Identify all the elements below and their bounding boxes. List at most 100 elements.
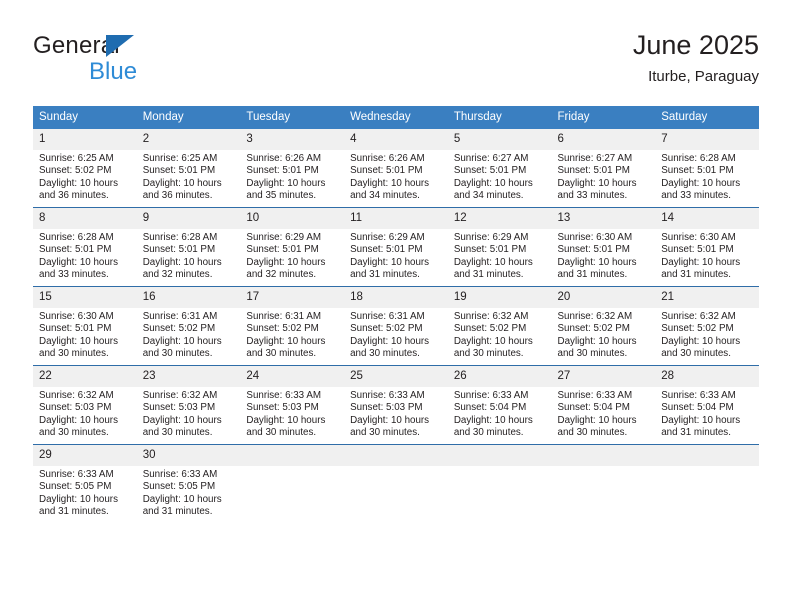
- day-details: Sunrise: 6:29 AM Sunset: 5:01 PM Dayligh…: [448, 229, 552, 282]
- daylight-text-line1: Daylight: 10 hours: [142, 414, 222, 426]
- calendar-day-cell[interactable]: 10 Sunrise: 6:29 AM Sunset: 5:01 PM Dayl…: [240, 207, 345, 287]
- day-details: Sunrise: 6:33 AM Sunset: 5:04 PM Dayligh…: [655, 387, 759, 440]
- sunrise-text: Sunrise: 6:32 AM: [39, 390, 114, 401]
- calendar-day-cell[interactable]: 1 Sunrise: 6:25 AM Sunset: 5:02 PM Dayli…: [33, 129, 137, 208]
- calendar-day-cell[interactable]: 6 Sunrise: 6:27 AM Sunset: 5:01 PM Dayli…: [551, 129, 656, 208]
- sunrise-text: Sunrise: 6:26 AM: [246, 153, 322, 164]
- day-number: 1: [33, 129, 137, 150]
- calendar-week-row: 8 Sunrise: 6:28 AM Sunset: 5:01 PM Dayli…: [33, 207, 759, 287]
- day-number: [655, 445, 759, 466]
- daylight-text-line1: Daylight: 10 hours: [142, 256, 222, 268]
- day-number: 12: [447, 208, 552, 229]
- daylight-text-line1: Daylight: 10 hours: [453, 335, 533, 347]
- sunrise-text: Sunrise: 6:30 AM: [39, 311, 114, 322]
- sunrise-text: Sunrise: 6:32 AM: [142, 390, 218, 401]
- sunrise-text: Sunrise: 6:26 AM: [350, 153, 425, 164]
- daylight-text-line2: and 30 minutes.: [453, 348, 524, 360]
- day-number: [240, 445, 345, 466]
- calendar-day-cell[interactable]: 12 Sunrise: 6:29 AM Sunset: 5:01 PM Dayl…: [447, 207, 552, 287]
- sunset-text: Sunset: 5:01 PM: [350, 165, 423, 177]
- page-header: General Blue June 2025 Iturbe, Paraguay: [33, 28, 759, 98]
- daylight-text-line2: and 30 minutes.: [350, 348, 420, 360]
- calendar-day-cell[interactable]: 9 Sunrise: 6:28 AM Sunset: 5:01 PM Dayli…: [136, 207, 241, 287]
- sunset-text: Sunset: 5:01 PM: [142, 165, 216, 177]
- calendar-day-cell[interactable]: 14 Sunrise: 6:30 AM Sunset: 5:01 PM Dayl…: [655, 207, 759, 287]
- calendar-day-cell[interactable]: 3 Sunrise: 6:26 AM Sunset: 5:01 PM Dayli…: [240, 129, 345, 208]
- sunrise-text: Sunrise: 6:32 AM: [453, 311, 529, 322]
- sunset-text: Sunset: 5:02 PM: [453, 323, 527, 335]
- sunrise-text: Sunrise: 6:32 AM: [557, 311, 633, 322]
- day-number: 3: [240, 129, 345, 150]
- day-number: 22: [33, 366, 137, 387]
- page-title: June 2025: [632, 30, 759, 60]
- day-number: 11: [344, 208, 448, 229]
- daylight-text-line2: and 32 minutes.: [246, 269, 317, 281]
- calendar-day-cell[interactable]: 18 Sunrise: 6:31 AM Sunset: 5:02 PM Dayl…: [344, 286, 448, 366]
- logo-text-blue: Blue: [89, 58, 138, 85]
- calendar-day-cell[interactable]: 19 Sunrise: 6:32 AM Sunset: 5:02 PM Dayl…: [447, 286, 552, 366]
- calendar-day-cell[interactable]: 30 Sunrise: 6:33 AM Sunset: 5:05 PM Dayl…: [136, 444, 241, 523]
- daylight-text-line1: Daylight: 10 hours: [246, 414, 326, 426]
- daylight-text-line2: and 30 minutes.: [557, 427, 628, 439]
- calendar-day-cell[interactable]: 5 Sunrise: 6:27 AM Sunset: 5:01 PM Dayli…: [447, 129, 552, 208]
- sunrise-text: Sunrise: 6:27 AM: [557, 153, 633, 164]
- calendar-day-cell[interactable]: 29 Sunrise: 6:33 AM Sunset: 5:05 PM Dayl…: [33, 444, 137, 523]
- calendar-day-cell[interactable]: 17 Sunrise: 6:31 AM Sunset: 5:02 PM Dayl…: [240, 286, 345, 366]
- calendar-day-cell[interactable]: 20 Sunrise: 6:32 AM Sunset: 5:02 PM Dayl…: [551, 286, 656, 366]
- day-details: Sunrise: 6:27 AM Sunset: 5:01 PM Dayligh…: [448, 150, 552, 203]
- calendar-day-cell[interactable]: 16 Sunrise: 6:31 AM Sunset: 5:02 PM Dayl…: [136, 286, 241, 366]
- daylight-text-line2: and 30 minutes.: [557, 348, 628, 360]
- sunset-text: Sunset: 5:05 PM: [39, 481, 112, 493]
- daylight-text-line1: Daylight: 10 hours: [661, 414, 741, 426]
- sunrise-text: Sunrise: 6:31 AM: [350, 311, 425, 322]
- daylight-text-line1: Daylight: 10 hours: [661, 335, 741, 347]
- calendar-day-cell[interactable]: 26 Sunrise: 6:33 AM Sunset: 5:04 PM Dayl…: [447, 365, 552, 445]
- calendar-day-cell[interactable]: 13 Sunrise: 6:30 AM Sunset: 5:01 PM Dayl…: [551, 207, 656, 287]
- day-number: 20: [551, 287, 656, 308]
- calendar-day-cell[interactable]: 4 Sunrise: 6:26 AM Sunset: 5:01 PM Dayli…: [344, 129, 448, 208]
- sunrise-text: Sunrise: 6:25 AM: [39, 153, 114, 164]
- daylight-text-line1: Daylight: 10 hours: [350, 177, 430, 189]
- daylight-text-line2: and 31 minutes.: [453, 269, 524, 281]
- daylight-text-line1: Daylight: 10 hours: [453, 177, 533, 189]
- day-details: Sunrise: 6:26 AM Sunset: 5:01 PM Dayligh…: [240, 150, 344, 203]
- day-details: Sunrise: 6:32 AM Sunset: 5:03 PM Dayligh…: [137, 387, 241, 440]
- day-details: Sunrise: 6:25 AM Sunset: 5:01 PM Dayligh…: [137, 150, 241, 203]
- calendar-day-cell[interactable]: 28 Sunrise: 6:33 AM Sunset: 5:04 PM Dayl…: [655, 365, 759, 445]
- calendar-day-cell[interactable]: 2 Sunrise: 6:25 AM Sunset: 5:01 PM Dayli…: [136, 129, 241, 208]
- day-number: [551, 445, 656, 466]
- calendar-day-cell[interactable]: 8 Sunrise: 6:28 AM Sunset: 5:01 PM Dayli…: [33, 207, 137, 287]
- calendar-day-cell-empty: [551, 444, 656, 523]
- daylight-text-line2: and 30 minutes.: [661, 348, 731, 360]
- sunrise-text: Sunrise: 6:29 AM: [453, 232, 529, 243]
- calendar-day-cell[interactable]: 24 Sunrise: 6:33 AM Sunset: 5:03 PM Dayl…: [240, 365, 345, 445]
- sunset-text: Sunset: 5:01 PM: [246, 244, 319, 256]
- sunset-text: Sunset: 5:02 PM: [661, 323, 734, 335]
- logo-triangle-icon: [106, 35, 134, 57]
- daylight-text-line1: Daylight: 10 hours: [350, 335, 430, 347]
- calendar-day-cell[interactable]: 7 Sunrise: 6:28 AM Sunset: 5:01 PM Dayli…: [655, 129, 759, 208]
- sunset-text: Sunset: 5:01 PM: [661, 165, 734, 177]
- calendar-day-cell[interactable]: 25 Sunrise: 6:33 AM Sunset: 5:03 PM Dayl…: [344, 365, 448, 445]
- weekday-header-friday: Friday: [551, 106, 656, 129]
- sunset-text: Sunset: 5:03 PM: [142, 402, 216, 414]
- calendar-day-cell-empty: [447, 444, 552, 523]
- day-number: 28: [655, 366, 759, 387]
- daylight-text-line2: and 32 minutes.: [142, 269, 213, 281]
- calendar-day-cell[interactable]: 27 Sunrise: 6:33 AM Sunset: 5:04 PM Dayl…: [551, 365, 656, 445]
- calendar-day-cell[interactable]: 15 Sunrise: 6:30 AM Sunset: 5:01 PM Dayl…: [33, 286, 137, 366]
- calendar-day-cell[interactable]: 22 Sunrise: 6:32 AM Sunset: 5:03 PM Dayl…: [33, 365, 137, 445]
- sunrise-text: Sunrise: 6:30 AM: [557, 232, 633, 243]
- calendar-day-cell[interactable]: 23 Sunrise: 6:32 AM Sunset: 5:03 PM Dayl…: [136, 365, 241, 445]
- day-details: Sunrise: 6:29 AM Sunset: 5:01 PM Dayligh…: [344, 229, 448, 282]
- day-number: 19: [447, 287, 552, 308]
- weekday-header-wednesday: Wednesday: [344, 106, 448, 129]
- day-number: 8: [33, 208, 137, 229]
- calendar-day-cell[interactable]: 21 Sunrise: 6:32 AM Sunset: 5:02 PM Dayl…: [655, 286, 759, 366]
- sunset-text: Sunset: 5:02 PM: [350, 323, 423, 335]
- calendar-day-cell[interactable]: 11 Sunrise: 6:29 AM Sunset: 5:01 PM Dayl…: [344, 207, 448, 287]
- day-number: 5: [447, 129, 552, 150]
- day-details: Sunrise: 6:32 AM Sunset: 5:03 PM Dayligh…: [33, 387, 137, 440]
- title-block: June 2025 Iturbe, Paraguay: [633, 28, 759, 88]
- day-details: Sunrise: 6:25 AM Sunset: 5:02 PM Dayligh…: [33, 150, 137, 203]
